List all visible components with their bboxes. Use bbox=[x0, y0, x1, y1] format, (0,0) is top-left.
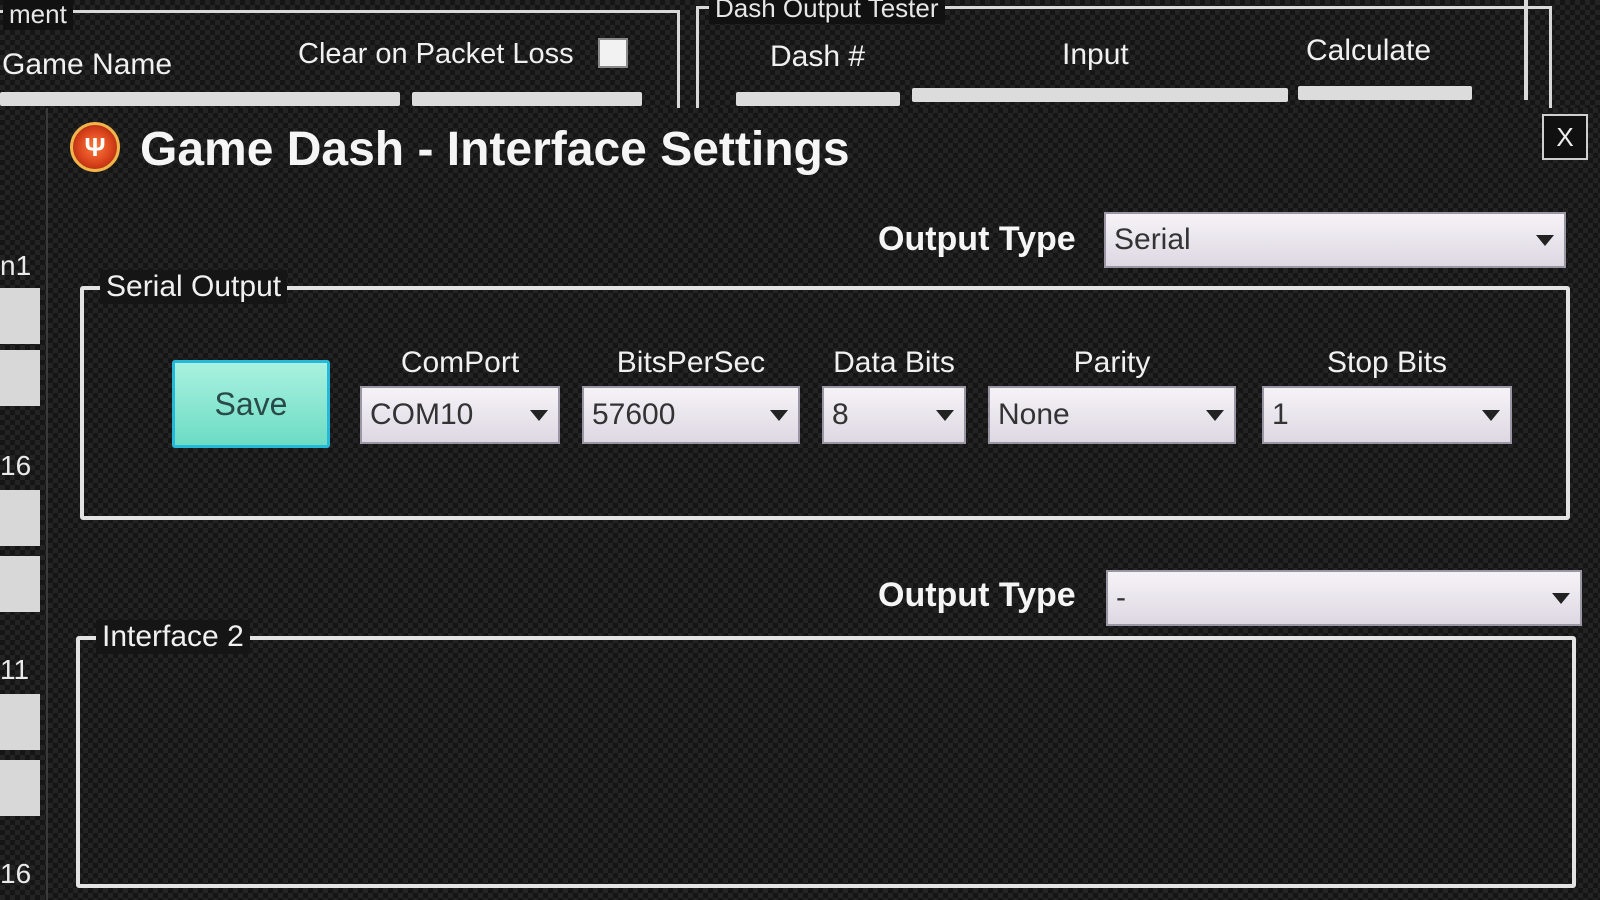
parity-label: Parity bbox=[1073, 346, 1151, 379]
game-name-field[interactable] bbox=[0, 92, 400, 106]
chevron-down-icon bbox=[1536, 235, 1554, 246]
stop-bits-label: Stop Bits bbox=[1326, 346, 1448, 379]
comport-label: ComPort bbox=[400, 346, 520, 379]
data-bits-value: 8 bbox=[832, 398, 849, 431]
background-window: ment Game Name Clear on Packet Loss Dash… bbox=[0, 0, 1600, 113]
output-type-label-1: Output Type bbox=[878, 220, 1076, 258]
data-bits-select[interactable]: 8 bbox=[822, 386, 966, 444]
interface-settings-dialog: Ψ Game Dash - Interface Settings X Outpu… bbox=[46, 108, 1600, 900]
left-field-4[interactable] bbox=[0, 556, 40, 612]
stop-bits-value: 1 bbox=[1272, 398, 1289, 431]
bits-per-sec-select[interactable]: 57600 bbox=[582, 386, 800, 444]
left-field-1[interactable] bbox=[0, 288, 40, 344]
left-field-2[interactable] bbox=[0, 350, 40, 406]
background-group-left-legend: ment bbox=[3, 0, 73, 30]
dash-number-label: Dash # bbox=[770, 40, 866, 73]
save-button[interactable]: Save bbox=[172, 360, 330, 448]
dash-output-tester-legend: Dash Output Tester bbox=[709, 0, 945, 24]
output-type-value-2: - bbox=[1116, 581, 1126, 614]
interface-2-group: Interface 2 bbox=[76, 620, 1576, 888]
output-type-value-1: Serial bbox=[1114, 223, 1191, 256]
clear-field[interactable] bbox=[412, 92, 642, 106]
left-number-3: 11 bbox=[0, 654, 30, 685]
output-type-label-2: Output Type bbox=[878, 576, 1076, 614]
chevron-down-icon bbox=[1552, 593, 1570, 604]
parity-value: None bbox=[998, 398, 1070, 431]
background-left-strip: n1 16 11 16 bbox=[0, 110, 44, 900]
calculate-button[interactable] bbox=[1298, 86, 1472, 100]
joystick-icon: Ψ bbox=[70, 122, 120, 172]
close-button[interactable]: X bbox=[1542, 114, 1588, 160]
bits-per-sec-label: BitsPerSec bbox=[616, 346, 766, 379]
game-name-label: Game Name bbox=[2, 48, 173, 81]
calculate-label: Calculate bbox=[1306, 34, 1432, 67]
input-field[interactable] bbox=[912, 88, 1288, 102]
chevron-down-icon bbox=[530, 410, 548, 421]
chevron-down-icon bbox=[1482, 410, 1500, 421]
serial-output-group: Serial Output Save ComPort COM10 BitsPer… bbox=[80, 270, 1570, 520]
clear-on-packet-loss-label: Clear on Packet Loss bbox=[298, 38, 574, 70]
chevron-down-icon bbox=[1206, 410, 1224, 421]
stop-bits-select[interactable]: 1 bbox=[1262, 386, 1512, 444]
dash-number-field[interactable] bbox=[736, 92, 900, 106]
clear-on-packet-loss-checkbox[interactable] bbox=[598, 38, 628, 68]
comport-value: COM10 bbox=[370, 398, 474, 431]
serial-output-legend: Serial Output bbox=[100, 270, 288, 304]
comport-select[interactable]: COM10 bbox=[360, 386, 560, 444]
screen: ment Game Name Clear on Packet Loss Dash… bbox=[0, 0, 1600, 900]
left-field-5[interactable] bbox=[0, 694, 40, 750]
left-number-2: 16 bbox=[0, 450, 32, 481]
interface-2-legend: Interface 2 bbox=[96, 620, 250, 654]
chevron-down-icon bbox=[936, 410, 954, 421]
bits-per-sec-value: 57600 bbox=[592, 398, 676, 431]
chevron-down-icon bbox=[770, 410, 788, 421]
parity-select[interactable]: None bbox=[988, 386, 1236, 444]
left-field-3[interactable] bbox=[0, 490, 40, 546]
background-divider bbox=[1524, 0, 1528, 100]
output-type-select-2[interactable]: - bbox=[1106, 570, 1582, 626]
left-field-6[interactable] bbox=[0, 760, 40, 816]
output-type-select-1[interactable]: Serial bbox=[1104, 212, 1566, 268]
input-label: Input bbox=[1062, 38, 1129, 71]
left-number-4: 16 bbox=[0, 858, 32, 889]
dialog-title: Game Dash - Interface Settings bbox=[140, 123, 850, 176]
left-number-1: n1 bbox=[0, 250, 32, 281]
data-bits-label: Data Bits bbox=[833, 346, 955, 379]
